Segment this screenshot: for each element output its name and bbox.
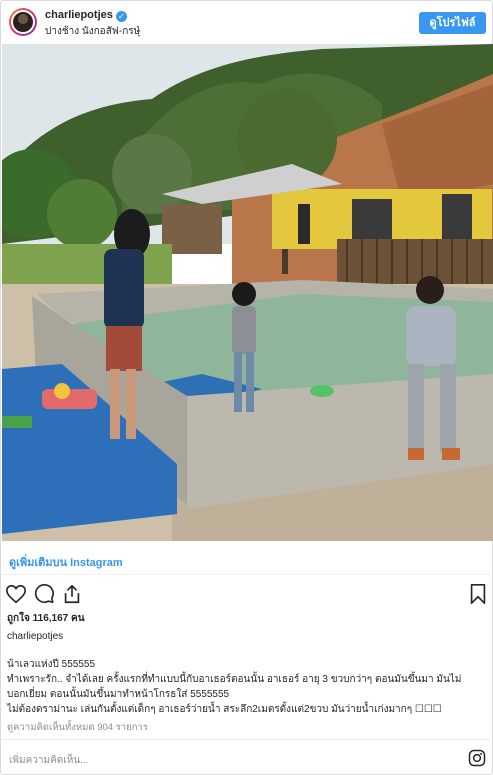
verified-badge-icon: ✓ — [115, 11, 127, 22]
location-link[interactable]: ปางช้าง นังกอสัฟ-กรษุ๋ — [45, 24, 140, 39]
view-profile-button[interactable]: ดูโปรไฟล์ — [419, 12, 486, 34]
caption-line: ไม่ต้องดราม่านะ เล่นกันตั้งแต่เด็กๆ อาเธ… — [7, 704, 442, 715]
add-comment-bar[interactable]: เพิ่มความคิดเห็น... — [1, 739, 493, 775]
caption-line: ทำเพราะรัก.. จำได้เลย ครั้งแรกที่ทำแบบนี… — [7, 674, 462, 685]
post-header: charliepotjes ✓ ปางช้าง นังกอสัฟ-กรษุ๋ ดู… — [1, 1, 493, 44]
caption-line: บอกเยี่ยม ตอนนั้นมันขึ้นมาทำหน้าโกรธใส่ … — [7, 689, 230, 700]
bookmark-icon[interactable] — [467, 583, 489, 605]
heart-icon[interactable] — [5, 583, 27, 605]
add-comment-placeholder[interactable]: เพิ่มความคิดเห็น... — [9, 753, 88, 768]
view-all-comments-link[interactable]: ดูความคิดเห็นทั้งหมด 904 รายการ — [7, 720, 148, 735]
caption-line: น้าเลวแห่งปี 555555 — [7, 659, 96, 670]
comment-icon[interactable] — [33, 583, 55, 605]
username-text[interactable]: charliepotjes — [45, 9, 113, 21]
avatar[interactable] — [9, 8, 37, 36]
instagram-icon[interactable] — [468, 749, 486, 767]
view-more-on-instagram[interactable]: ดูเพิ่มเติมบน Instagram — [1, 542, 493, 575]
username-link[interactable]: charliepotjes ✓ — [45, 9, 127, 22]
post-actions — [1, 579, 493, 609]
instagram-embed: charliepotjes ✓ ปางช้าง นังกอสัฟ-กรษุ๋ ดู… — [0, 0, 493, 775]
likes-count[interactable]: ถูกใจ 116,167 คน — [7, 611, 85, 626]
view-more-link[interactable]: ดูเพิ่มเติมบน Instagram — [9, 553, 123, 571]
share-icon[interactable] — [61, 583, 83, 605]
caption-username[interactable]: charliepotjes — [7, 631, 63, 642]
post-photo[interactable] — [2, 44, 493, 541]
